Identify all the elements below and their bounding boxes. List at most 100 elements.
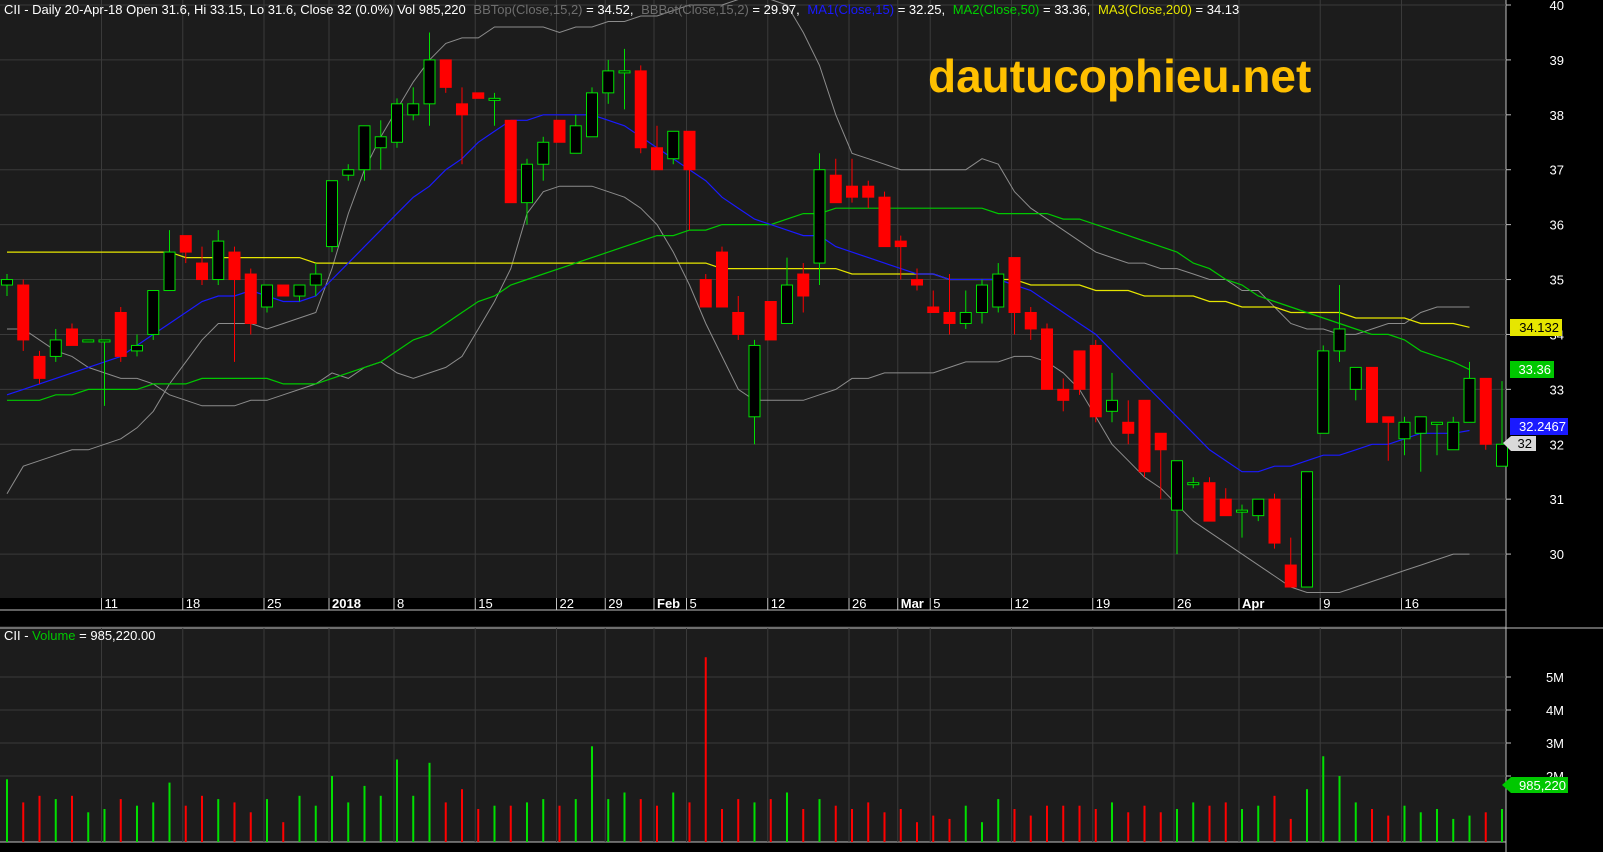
candle-body: [959, 311, 972, 324]
date-tick-label: 25: [267, 596, 281, 611]
date-tick-label: 8: [397, 596, 404, 611]
candle-body: [1479, 377, 1492, 445]
candle-body: [17, 284, 30, 341]
candle-body: [1463, 377, 1476, 423]
volume-value-tag: 985,220: [1502, 777, 1568, 793]
candle-body: [992, 273, 1005, 308]
date-tick-label: 5: [690, 596, 697, 611]
candle-body: [748, 344, 761, 418]
candle-body: [1008, 257, 1021, 313]
candle-body: [651, 147, 663, 171]
date-tick-label: 12: [771, 596, 785, 611]
stock-chart[interactable]: 3031323334353637383940 2M3M4M5M 11182520…: [0, 0, 1603, 852]
candle-body: [1073, 350, 1086, 390]
candle-body: [1219, 498, 1232, 517]
candle-body: [82, 339, 95, 343]
bbtop-label: BBTop(Close,15,2): [473, 2, 582, 17]
candle: [82, 339, 95, 343]
candle: [277, 284, 290, 297]
candle-body: [1301, 471, 1313, 588]
candle: [1073, 350, 1086, 395]
candle-body: [829, 174, 842, 204]
date-tick-label: 26: [852, 596, 866, 611]
candle-body: [1122, 421, 1135, 434]
volume-tag-text: 985,220: [1519, 778, 1566, 793]
candle-body: [179, 235, 192, 253]
candle-body: [147, 290, 160, 335]
candle-body: [813, 169, 826, 264]
candle-body: [927, 306, 940, 313]
ma2-value: = 33.36,: [1039, 2, 1090, 17]
candle: [391, 98, 403, 148]
candle-body: [1398, 421, 1411, 440]
candle-body: [1236, 509, 1248, 513]
candle-body: [1349, 366, 1362, 390]
candle-body: [488, 97, 501, 101]
x-axis-strip: [0, 598, 1506, 626]
candle-body: [537, 141, 550, 165]
candle-body: [732, 311, 745, 335]
candle-body: [569, 125, 582, 154]
price-tick-label: 40: [1550, 0, 1564, 13]
candle: [716, 246, 728, 308]
ma3-tag-text: 34.132: [1519, 320, 1559, 335]
candle-body: [943, 311, 956, 324]
candle-body: [391, 103, 403, 143]
bbtop-value: = 34.52,: [583, 2, 634, 17]
candle: [1041, 323, 1053, 390]
candle: [147, 290, 160, 340]
date-tick-label: 26: [1177, 596, 1191, 611]
candle-body: [683, 130, 696, 171]
date-tick-label: 15: [478, 596, 492, 611]
ma1-value: = 32.25,: [894, 2, 945, 17]
candle-body: [976, 284, 988, 313]
candle-body: [878, 196, 891, 248]
date-tick-label: 29: [608, 596, 622, 611]
candle: [504, 119, 517, 204]
candle-body: [374, 136, 387, 149]
candle-body: [212, 240, 225, 281]
candle: [1366, 366, 1378, 423]
candle-body: [423, 59, 436, 105]
date-tick-label: 19: [1096, 596, 1110, 611]
candle: [634, 65, 647, 154]
ma1-price-tag: 32.2467: [1510, 418, 1568, 435]
candle-body: [667, 130, 680, 160]
candle-body: [1333, 328, 1346, 352]
price-tick-label: 32: [1550, 437, 1564, 452]
candle-body: [1024, 311, 1037, 330]
candle: [1138, 399, 1151, 478]
candle-body: [49, 339, 62, 357]
price-tick-label: 33: [1550, 382, 1564, 397]
volume-panel: [0, 626, 1506, 842]
candle-body: [293, 284, 306, 297]
volume-header-value: = 985,220.00: [76, 628, 156, 643]
volume-tick-label: 3M: [1546, 736, 1564, 751]
candle-body: [163, 251, 176, 292]
candle-body: [1138, 399, 1151, 473]
candle: [114, 306, 127, 362]
candle: [878, 191, 891, 248]
candle: [764, 301, 777, 341]
candle-body: [228, 251, 241, 281]
ma2-price-tag: 33.36: [1510, 361, 1554, 378]
candle-body: [131, 344, 143, 352]
candle-body: [66, 328, 78, 346]
candle-body: [781, 284, 793, 324]
watermark-text: dautucophieu.net: [928, 50, 1311, 102]
bbbot-label: BBBot(Close,15,2): [641, 2, 749, 17]
candle-body: [277, 284, 290, 297]
date-tick-label: 9: [1323, 596, 1330, 611]
candle-body: [1203, 482, 1216, 522]
candle: [1301, 471, 1313, 588]
price-tick-label: 35: [1550, 273, 1564, 288]
candle-body: [114, 311, 127, 357]
candle-body: [699, 279, 712, 308]
candle-body: [1366, 366, 1378, 423]
candle-body: [472, 92, 485, 99]
candle: [1268, 493, 1281, 549]
ma2-tag-text: 33.36: [1518, 362, 1551, 377]
candle-body: [1252, 498, 1265, 517]
price-header: CII - Daily 20-Apr-18 Open 31.6, Hi 33.1…: [4, 2, 1239, 17]
date-tick-label: 2018: [332, 596, 361, 611]
